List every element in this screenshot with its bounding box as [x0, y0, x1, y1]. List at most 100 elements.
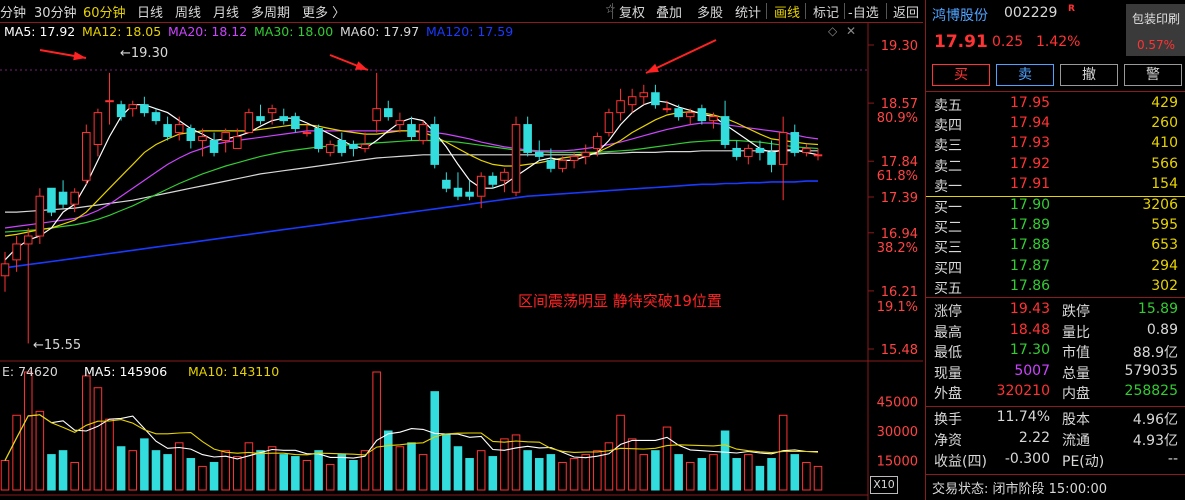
volume-bar [314, 450, 323, 491]
volume-bar [35, 410, 45, 491]
candle-body [267, 108, 277, 114]
candle-body [523, 124, 532, 153]
volume-bar [186, 458, 196, 491]
stat-label: 外盘 [934, 386, 962, 403]
stat-value: 258825 [1124, 383, 1178, 400]
stock-name[interactable]: 鸿博股份 [932, 5, 988, 25]
volume-bar [685, 461, 695, 491]
volume-bar [534, 458, 544, 491]
alert-button[interactable]: 警 [1124, 64, 1182, 86]
buy-button[interactable]: 买 [932, 64, 990, 86]
bid-row[interactable]: 买一 17.90 3206 [926, 196, 1185, 216]
volume-bar [383, 430, 393, 491]
bid-label: 买三 [934, 240, 962, 257]
zoom-button[interactable]: X10 [870, 476, 898, 494]
price-tick: 15.48 [881, 343, 918, 358]
bid-row[interactable]: 买二 17.89 595 [926, 216, 1185, 236]
ask-row[interactable]: 卖五 17.95 429 [926, 94, 1185, 114]
candle-body [778, 132, 788, 165]
stat-value: 4.93亿 [1132, 433, 1178, 449]
cancel-order-button[interactable]: 撤 [1060, 64, 1118, 86]
price-change: 0.25 [992, 34, 1024, 50]
kline-chart[interactable]: 19.30 18.57 17.84 17.39 16.94 16.21 15.48 80.9%… [0, 0, 923, 500]
bid-price: 17.88 [1010, 237, 1051, 254]
stat-label: 涨停 [934, 304, 962, 320]
sector-badge[interactable]: 包装印刷 0.57% [1126, 4, 1185, 56]
candle-body [279, 116, 289, 122]
candle-body [256, 116, 265, 122]
pct-tick: 38.2% [877, 241, 918, 256]
ask-volume: 410 [1151, 135, 1178, 152]
volume-bar [209, 461, 219, 491]
stat-value: 320210 [996, 383, 1050, 400]
volume-bar [511, 434, 521, 491]
stat-label: 最低 [934, 345, 962, 362]
stat-row: 现量 5007 总量 579035 [926, 362, 1185, 382]
candle-body [674, 108, 683, 118]
sector-name: 包装印刷 [1131, 12, 1180, 26]
candle-body [395, 120, 405, 126]
pct-tick: 61.8% [877, 169, 918, 184]
stat-row: 最低 17.30 市值 88.9亿 [926, 341, 1185, 361]
bid-volume: 302 [1151, 277, 1178, 294]
ma120-line [4, 180, 818, 269]
candle-body [720, 116, 730, 145]
price-tick: 16.94 [881, 227, 918, 242]
candle-body [105, 100, 114, 103]
volume-bar [488, 456, 498, 491]
ask-price: 17.95 [1010, 95, 1051, 111]
candle-body [163, 124, 172, 138]
bid-price: 17.86 [1010, 277, 1051, 294]
candle-body [93, 112, 103, 145]
stat-row: 收益(四) -0.300 PE(动) -- [926, 450, 1185, 470]
candle-body [581, 151, 590, 157]
ask-label: 卖一 [934, 178, 962, 195]
candle-body [511, 124, 521, 193]
volume-bar [465, 458, 474, 491]
volume-tick: 15000 [877, 455, 918, 470]
stat-value: 5007 [1014, 362, 1050, 379]
volume-bar [82, 375, 91, 491]
volume-bar [0, 460, 10, 491]
volume-bar [244, 442, 254, 491]
bid-row[interactable]: 买三 17.88 653 [926, 236, 1185, 256]
candle-body [349, 143, 358, 149]
volume-bar [523, 450, 532, 491]
bid-row[interactable]: 买五 17.86 302 [926, 277, 1185, 297]
ask-row[interactable]: 卖二 17.92 566 [926, 155, 1185, 175]
ask-label: 卖三 [934, 138, 962, 155]
ask-row[interactable]: 卖一 17.91 154 [926, 175, 1185, 195]
bid-row[interactable]: 买四 17.87 294 [926, 257, 1185, 277]
candle-body [314, 128, 323, 149]
stat-label: 净资 [934, 433, 962, 449]
candle-body [546, 159, 556, 169]
ask-row[interactable]: 卖三 17.93 410 [926, 134, 1185, 154]
candle-body [767, 151, 776, 165]
volume-bar [802, 461, 811, 491]
volume-bar [767, 458, 776, 491]
candle-body [488, 175, 498, 185]
volume-bar [279, 454, 289, 491]
vol-legend: E: 74620 [2, 364, 58, 379]
candle-body [47, 187, 56, 213]
volume-bar [813, 465, 823, 491]
ask-price: 17.92 [1010, 155, 1051, 172]
candle-body [198, 136, 207, 141]
r-badge: R [1068, 4, 1075, 14]
sell-button[interactable]: 卖 [996, 64, 1054, 86]
bid-price: 17.89 [1010, 217, 1051, 234]
bid-label: 买五 [934, 280, 962, 297]
candle-body [709, 116, 718, 122]
volume-bar [58, 450, 68, 491]
ask-volume: 154 [1151, 175, 1178, 192]
candle-body [383, 108, 393, 118]
stat-row: 外盘 320210 内盘 258825 [926, 382, 1185, 402]
ask-row[interactable]: 卖四 17.94 260 [926, 114, 1185, 134]
candle-body [453, 187, 463, 197]
candle-body [70, 191, 79, 205]
volume-bar [70, 461, 79, 491]
price-tick: 19.30 [881, 39, 918, 54]
candle-body [662, 108, 672, 111]
stat-value: 4.96亿 [1132, 412, 1178, 428]
stat-value: 88.9亿 [1132, 345, 1178, 362]
